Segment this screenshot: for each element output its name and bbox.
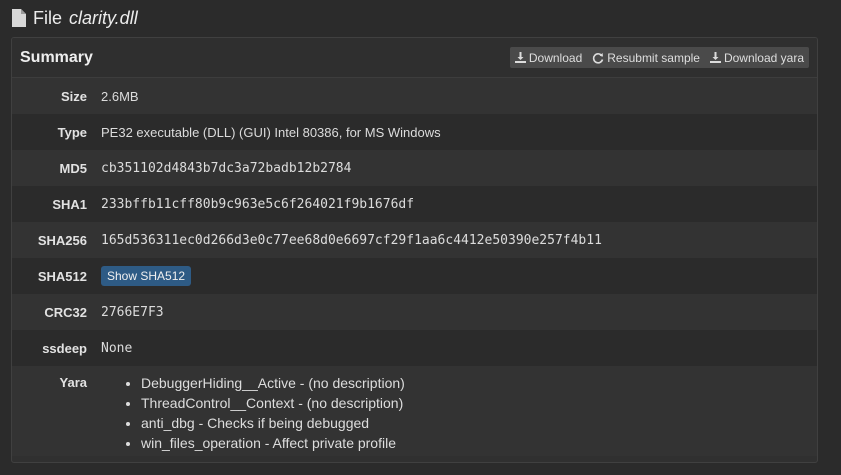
sha512-cell: Show SHA512: [101, 258, 817, 294]
type-label: Type: [57, 124, 87, 140]
resubmit-sample-button[interactable]: Resubmit sample: [587, 47, 705, 68]
summary-panel: Summary Download Resubmit sample Downloa…: [11, 37, 818, 463]
crc32-label: CRC32: [44, 304, 87, 320]
summary-table: Size 2.6MB Type PE32 executable (DLL) (G…: [12, 78, 817, 456]
table-row-ssdeep: ssdeep None: [12, 330, 817, 366]
size-value: 2.6MB: [101, 88, 139, 104]
table-row-md5: MD5 cb351102d4843b7dc3a72badb12b2784: [12, 150, 817, 186]
yara-item: anti_dbg - Checks if being debugged: [141, 413, 817, 433]
yara-cell: DebuggerHiding__Active - (no description…: [101, 366, 817, 456]
download-yara-button[interactable]: Download yara: [705, 47, 809, 68]
crc32-value: 2766E7F3: [101, 304, 164, 320]
summary-panel-heading: Summary Download Resubmit sample Downloa…: [12, 38, 817, 78]
page-title-prefix: File: [33, 7, 63, 28]
ssdeep-value: None: [101, 340, 133, 356]
file-icon: [12, 9, 26, 27]
sha1-value: 233bffb11cff80b9c963e5c6f264021f9b1676df: [101, 196, 415, 212]
yara-item: win_files_operation - Affect private pro…: [141, 433, 817, 453]
download-yara-label: Download yara: [723, 50, 804, 65]
resubmit-sample-label: Resubmit sample: [607, 50, 700, 65]
refresh-icon: [592, 52, 604, 64]
sha1-label: SHA1: [52, 196, 87, 212]
md5-label: MD5: [59, 160, 87, 176]
page-title: File clarity.dll: [12, 6, 138, 30]
download-icon: [709, 52, 721, 63]
summary-title: Summary: [20, 48, 93, 66]
table-row-size: Size 2.6MB: [12, 78, 817, 114]
sha256-value: 165d536311ec0d266d3e0c77ee68d0e6697cf29f…: [101, 232, 602, 248]
page-title-filename: clarity.dll: [69, 7, 138, 28]
size-label: Size: [60, 88, 87, 104]
download-button-label: Download: [528, 50, 583, 65]
ssdeep-label: ssdeep: [42, 340, 87, 356]
yara-list: DebuggerHiding__Active - (no description…: [101, 373, 817, 453]
table-row-yara: Yara DebuggerHiding__Active - (no descri…: [12, 366, 817, 456]
yara-item: ThreadControl__Context - (no description…: [141, 393, 817, 413]
yara-item: DebuggerHiding__Active - (no description…: [141, 373, 817, 393]
show-sha512-button[interactable]: Show SHA512: [101, 266, 192, 286]
type-value: PE32 executable (DLL) (GUI) Intel 80386,…: [101, 124, 441, 140]
table-row-sha256: SHA256 165d536311ec0d266d3e0c77ee68d0e66…: [12, 222, 817, 258]
sha256-label: SHA256: [37, 232, 87, 248]
table-row-crc32: CRC32 2766E7F3: [12, 294, 817, 330]
yara-label: Yara: [59, 375, 87, 390]
table-row-sha1: SHA1 233bffb11cff80b9c963e5c6f264021f9b1…: [12, 186, 817, 222]
sha512-label: SHA512: [37, 268, 87, 284]
summary-toolbar: Download Resubmit sample Download yara: [509, 47, 809, 68]
download-icon: [514, 52, 526, 63]
table-row-sha512: SHA512 Show SHA512: [12, 258, 817, 294]
table-row-type: Type PE32 executable (DLL) (GUI) Intel 8…: [12, 114, 817, 150]
download-button[interactable]: Download: [510, 47, 587, 68]
md5-value: cb351102d4843b7dc3a72badb12b2784: [101, 160, 352, 176]
